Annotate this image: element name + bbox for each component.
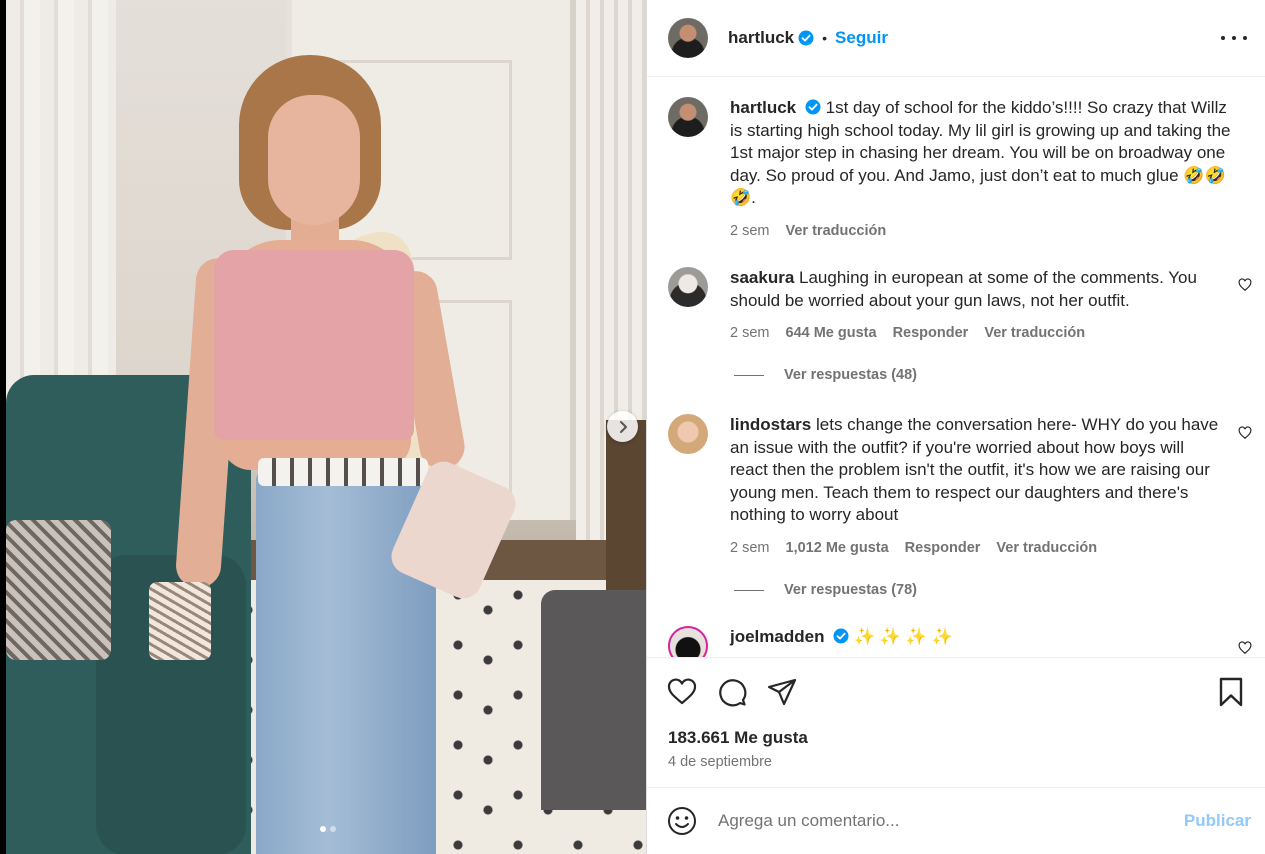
comment-likes[interactable]: 644 Me gusta [786, 322, 877, 345]
commenter-avatar[interactable] [668, 267, 708, 307]
post-photo[interactable] [6, 0, 646, 854]
comment-composer: Publicar [647, 787, 1265, 854]
comment-text: Laughing in european at some of the comm… [730, 268, 1197, 310]
comment-like-heart-icon[interactable] [1238, 641, 1252, 655]
comment-text: ✨ ✨ ✨ ✨ [853, 627, 953, 646]
comment-icon[interactable] [716, 676, 748, 708]
view-replies-link[interactable]: Ver respuestas (78) [734, 582, 917, 598]
comment-item: lindostars lets change the conversation … [668, 414, 1220, 559]
caption-avatar[interactable] [668, 97, 708, 137]
author-username[interactable]: hartluck [728, 28, 794, 48]
comment-likes[interactable]: 1,012 Me gusta [786, 537, 889, 560]
comment-item: joelmadden ✨ ✨ ✨ ✨ [668, 626, 1220, 658]
comment-time: 2 sem [730, 325, 770, 341]
commenter-username[interactable]: joelmadden [730, 627, 824, 646]
carousel-next-button[interactable] [607, 411, 638, 442]
comment-like-heart-icon[interactable] [1238, 426, 1252, 440]
carousel-dot-active [320, 826, 326, 832]
comment-item: saakura Laughing in european at some of … [668, 267, 1220, 345]
photo-pillow [6, 520, 111, 660]
comment-like-heart-icon[interactable] [1238, 278, 1252, 292]
chevron-right-icon [619, 420, 627, 433]
post-date: 4 de septiembre [668, 754, 772, 770]
photo-ottoman [541, 590, 646, 810]
caption-translate-link[interactable]: Ver traducción [786, 220, 887, 243]
comment-time: 2 sem [730, 539, 770, 556]
commenter-username[interactable]: saakura [730, 268, 794, 287]
photo-lamp [606, 420, 646, 600]
more-options-icon[interactable] [1221, 26, 1247, 50]
heart-icon[interactable] [666, 676, 698, 708]
post-actions: 183.661 Me gusta 4 de septiembre [647, 657, 1265, 787]
carousel-indicator [320, 826, 336, 832]
carousel-dot [330, 826, 336, 832]
commenter-avatar[interactable] [668, 626, 708, 658]
comment-input[interactable] [718, 811, 1158, 831]
comments-list[interactable]: hartluck 1st day of school for the kiddo… [647, 78, 1265, 658]
translate-link[interactable]: Ver traducción [984, 322, 1085, 345]
reply-button[interactable]: Responder [893, 322, 969, 345]
commenter-username[interactable]: lindostars [730, 415, 811, 434]
like-count[interactable]: 183.661 Me gusta [668, 728, 808, 748]
view-replies-link[interactable]: Ver respuestas (48) [734, 367, 917, 383]
commenter-avatar[interactable] [668, 414, 708, 454]
author-avatar[interactable] [668, 18, 708, 58]
translate-link[interactable]: Ver traducción [996, 537, 1097, 560]
post-header: hartluck • Seguir [647, 0, 1265, 77]
bookmark-icon[interactable] [1215, 676, 1247, 708]
caption-time: 2 sem [730, 222, 770, 239]
verified-badge-icon [833, 628, 849, 644]
header-separator: • [822, 30, 828, 46]
publish-button[interactable]: Publicar [1184, 811, 1251, 831]
share-icon[interactable] [766, 676, 798, 708]
verified-badge-icon [798, 30, 814, 46]
emoji-icon[interactable] [667, 806, 697, 836]
follow-button[interactable]: Seguir [835, 28, 888, 48]
caption: hartluck 1st day of school for the kiddo… [668, 97, 1240, 242]
reply-button[interactable]: Responder [905, 537, 981, 560]
caption-username[interactable]: hartluck [730, 98, 796, 117]
verified-badge-icon [805, 99, 821, 115]
post-side-panel: hartluck • Seguir hartluck 1st day of sc… [646, 0, 1265, 854]
